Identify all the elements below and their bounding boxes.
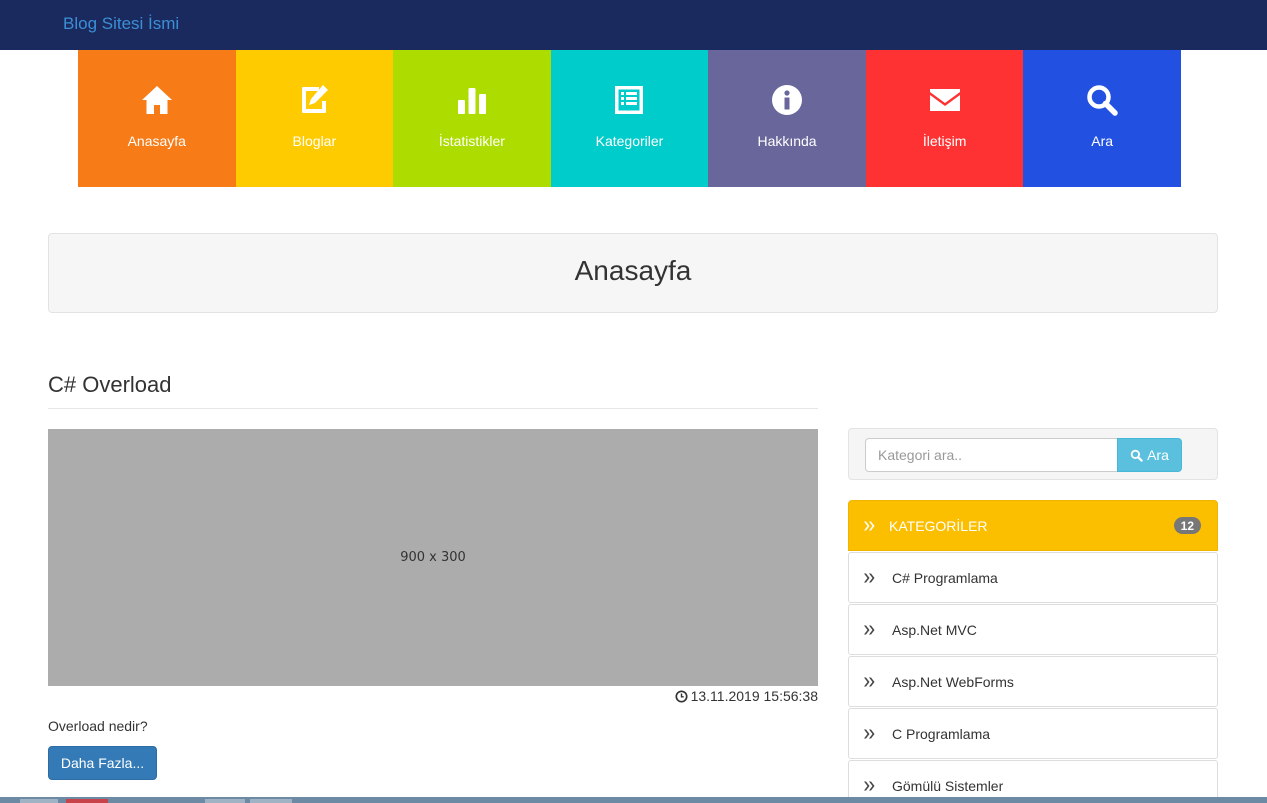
taskbar-button[interactable] — [250, 799, 292, 803]
post-image-placeholder: 900 x 300 — [48, 429, 818, 686]
tile-label-anasayfa: Anasayfa — [127, 133, 186, 149]
tile-label-istatistikler: İstatistikler — [438, 133, 505, 149]
clock-icon — [675, 689, 688, 703]
taskbar-button[interactable] — [205, 799, 245, 803]
category-item-label: Gömülü Sistemler — [892, 777, 1004, 794]
home-icon — [141, 86, 172, 114]
chevrons-right-icon — [864, 573, 875, 582]
edit-icon — [302, 85, 329, 113]
category-count-badge: 12 — [1173, 517, 1201, 534]
post-divider — [48, 408, 818, 409]
list-icon — [615, 86, 644, 114]
read-more-button[interactable]: Daha Fazla... — [48, 746, 157, 780]
taskbar-button[interactable] — [20, 799, 58, 803]
search-button-label: Ara — [1147, 447, 1169, 463]
tile-label-kategoriler: Kategoriler — [595, 133, 664, 149]
tile-hakkinda[interactable]: Hakkında — [708, 50, 866, 187]
image-placeholder-text: 900 x 300 — [400, 550, 466, 565]
tile-iletisim[interactable]: İletişim — [865, 50, 1024, 187]
category-search-input[interactable] — [865, 438, 1117, 472]
category-list: KATEGORİLER 12 C# Programlama Asp.Net MV… — [848, 500, 1218, 803]
category-item-label: C# Programlama — [892, 569, 998, 586]
category-search-well: Ara — [848, 428, 1218, 480]
tile-kategoriler[interactable]: Kategoriler — [550, 50, 709, 187]
tile-label-iletisim: İletişim — [922, 133, 967, 149]
category-item[interactable]: C# Programlama — [848, 552, 1218, 603]
envelope-icon — [929, 89, 960, 111]
post-date-text: 13.11.2019 15:56:38 — [690, 688, 818, 704]
post-date: 13.11.2019 15:56:38 — [675, 688, 818, 704]
tile-ara[interactable]: Ara — [1023, 50, 1181, 187]
category-item-label: Asp.Net MVC — [892, 621, 977, 638]
tile-label-bloglar: Bloglar — [292, 133, 337, 149]
category-item[interactable]: C Programlama — [848, 708, 1218, 759]
tile-menu: Anasayfa Bloglar İstatistikler Kategoril… — [78, 50, 1181, 187]
post-excerpt: Overload nedir? — [48, 718, 148, 734]
category-item-label: Asp.Net WebForms — [892, 673, 1014, 690]
tile-istatistikler[interactable]: İstatistikler — [393, 50, 551, 187]
category-item[interactable]: Asp.Net WebForms — [848, 656, 1218, 707]
chevrons-right-icon — [864, 521, 875, 530]
category-header[interactable]: KATEGORİLER 12 — [848, 500, 1218, 551]
page-header: Anasayfa — [48, 233, 1218, 313]
chevrons-right-icon — [864, 625, 875, 634]
tile-label-hakkinda: Hakkında — [757, 133, 817, 149]
category-item-label: C Programlama — [892, 725, 991, 742]
top-navbar: Blog Sitesi İsmi — [0, 0, 1267, 50]
search-icon — [1087, 85, 1118, 116]
chevrons-right-icon — [864, 781, 875, 790]
tile-bloglar[interactable]: Bloglar — [235, 50, 394, 187]
page-title: Anasayfa — [574, 255, 692, 286]
taskbar-button[interactable] — [66, 799, 108, 803]
category-header-label: KATEGORİLER — [889, 517, 988, 534]
info-icon — [772, 85, 803, 115]
bar-chart-icon — [457, 88, 486, 114]
search-icon — [1130, 449, 1143, 462]
tile-anasayfa[interactable]: Anasayfa — [78, 50, 236, 187]
category-item[interactable]: Asp.Net MVC — [848, 604, 1218, 655]
tile-label-ara: Ara — [1091, 133, 1114, 149]
brand-link[interactable]: Blog Sitesi İsmi — [63, 14, 179, 34]
chevrons-right-icon — [864, 729, 875, 738]
category-search-button[interactable]: Ara — [1117, 438, 1182, 472]
chevrons-right-icon — [864, 677, 875, 686]
post-title[interactable]: C# Overload — [48, 372, 172, 398]
os-taskbar — [0, 797, 1267, 803]
